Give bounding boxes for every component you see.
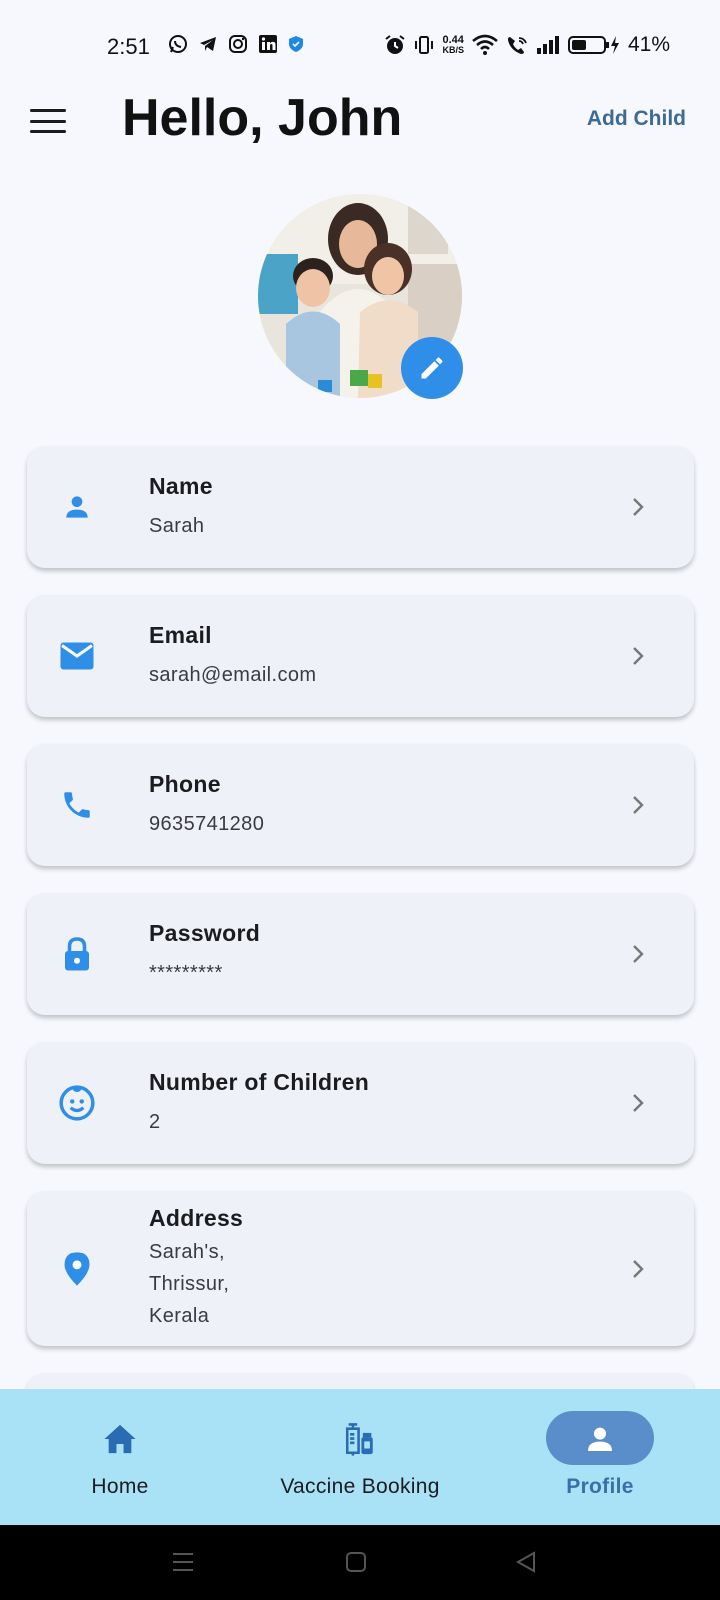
person-icon <box>57 487 97 527</box>
field-label: Address <box>149 1205 244 1231</box>
system-status-icons: 0.44 KB/S 41% <box>384 33 670 57</box>
network-speed: 0.44 KB/S <box>442 34 464 56</box>
chevron-right-icon <box>633 1094 644 1112</box>
field-value: ********* <box>149 961 223 984</box>
instagram-icon <box>229 35 247 53</box>
nav-label: Profile <box>566 1475 634 1498</box>
vibrate-icon <box>415 36 434 54</box>
nav-label: Home <box>91 1475 149 1498</box>
status-bar: 2:51 0.44 KB/S 41% <box>0 0 720 92</box>
address-line: Sarah's, <box>149 1241 225 1263</box>
profile-icon <box>588 1427 612 1451</box>
chevron-right-icon <box>633 945 644 963</box>
signal-icon <box>536 36 559 54</box>
chevron-right-icon <box>633 796 644 814</box>
location-pin-icon <box>57 1249 97 1289</box>
lock-icon <box>57 934 97 974</box>
field-value: Sarah <box>149 514 205 537</box>
whatsapp-icon <box>169 35 187 53</box>
address-value: Sarah's, Thrissur, Kerala <box>149 1236 626 1332</box>
profile-fields: Name Sarah Email sarah@email.com Phone 9… <box>27 446 694 1460</box>
home-icon <box>104 1424 136 1454</box>
address-line: Thrissur, <box>149 1273 230 1295</box>
nav-vaccine-booking[interactable]: Vaccine Booking <box>250 1389 470 1525</box>
home-button-icon[interactable] <box>344 1550 368 1574</box>
add-child-button[interactable]: Add Child <box>587 107 686 131</box>
back-icon[interactable] <box>514 1550 538 1574</box>
child-face-icon <box>57 1083 97 1123</box>
field-value: sarah@email.com <box>149 663 317 686</box>
address-card[interactable]: Address Sarah's, Thrissur, Kerala <box>27 1191 694 1346</box>
wifi-calling-icon <box>507 37 527 54</box>
telegram-icon <box>200 37 216 51</box>
nav-profile[interactable]: Profile <box>520 1389 680 1525</box>
menu-icon[interactable] <box>30 106 66 136</box>
status-time: 2:51 <box>107 34 150 59</box>
linkedin-icon <box>259 35 277 53</box>
chevron-right-icon <box>633 498 644 516</box>
notification-icons <box>168 34 304 54</box>
pencil-icon <box>421 357 443 379</box>
bottom-nav: Home Vaccine Booking Profile <box>0 1389 720 1525</box>
nav-home[interactable]: Home <box>40 1389 200 1525</box>
network-speed-unit: KB/S <box>442 45 464 55</box>
field-label: Email <box>149 621 212 648</box>
email-card[interactable]: Email sarah@email.com <box>27 595 694 717</box>
battery-charging-icon <box>567 36 619 54</box>
email-icon <box>57 636 97 676</box>
field-value: 2 <box>149 1110 161 1133</box>
alarm-icon <box>385 35 406 54</box>
password-card[interactable]: Password ********* <box>27 893 694 1015</box>
battery-percent: 41% <box>627 33 670 56</box>
system-nav-bar <box>0 1525 720 1600</box>
vaccine-icon <box>345 1423 373 1456</box>
field-label: Number of Children <box>149 1068 370 1095</box>
chevron-right-icon <box>633 647 644 665</box>
children-card[interactable]: Number of Children 2 <box>27 1042 694 1164</box>
recent-apps-icon[interactable] <box>171 1550 195 1574</box>
page-title: Hello, John <box>122 89 403 147</box>
edit-avatar-button[interactable] <box>401 337 463 399</box>
chevron-right-icon <box>633 1259 644 1278</box>
field-label: Password <box>149 919 261 946</box>
wifi-icon <box>472 34 498 55</box>
nav-label: Vaccine Booking <box>280 1475 440 1498</box>
name-card[interactable]: Name Sarah <box>27 446 694 568</box>
field-label: Name <box>149 472 213 499</box>
phone-card[interactable]: Phone 9635741280 <box>27 744 694 866</box>
shield-icon <box>289 36 303 52</box>
field-label: Phone <box>149 770 221 797</box>
address-line: Kerala <box>149 1305 210 1327</box>
field-value: 9635741280 <box>149 812 265 835</box>
network-speed-value: 0.44 <box>442 34 464 46</box>
phone-icon <box>57 785 97 825</box>
